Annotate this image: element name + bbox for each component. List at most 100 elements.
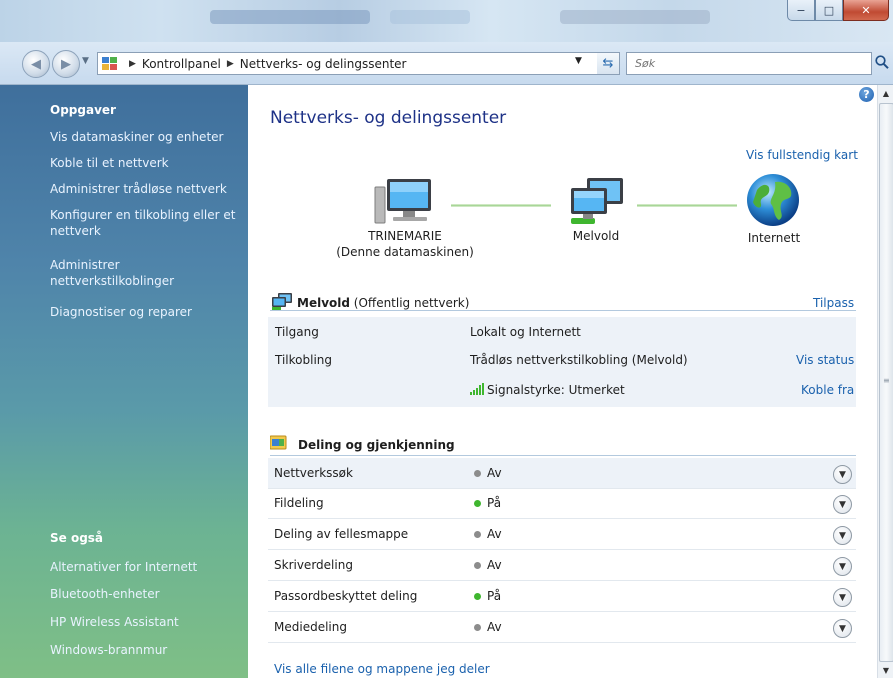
expand-password-sharing-button[interactable]: ▼: [833, 588, 852, 607]
search-input[interactable]: [633, 56, 837, 71]
back-button[interactable]: ◀: [22, 50, 50, 78]
signal-strength-value: Signalstyrke: Utmerket: [487, 383, 625, 397]
signal-strength-icon: [470, 383, 484, 395]
refresh-icon: ⇆: [602, 56, 614, 71]
access-label: Tilgang: [275, 325, 319, 339]
sharing-icon: [270, 435, 287, 450]
title-bar-blur: [390, 10, 470, 24]
address-bar[interactable]: ▶ Kontrollpanel ▶ Nettverks- og delingss…: [97, 52, 600, 75]
sharing-heading: Deling og gjenkjenning: [298, 438, 455, 452]
help-button[interactable]: ?: [859, 87, 874, 102]
sidebar-see-also-heading: Se også: [50, 531, 104, 545]
network-name: Melvold: [297, 296, 350, 310]
chevron-down-icon: ▼: [839, 530, 846, 541]
page-title: Nettverks- og delingssenter: [270, 108, 507, 128]
sharing-row-state-text: Av: [487, 466, 502, 480]
breadcrumb-network-center[interactable]: Nettverks- og delingssenter: [240, 57, 407, 71]
computer-name-label: TRINEMARIE: [368, 229, 442, 243]
search-icon[interactable]: [874, 54, 890, 70]
sharing-row-state-text: Av: [487, 527, 502, 541]
sharing-row-state: På: [474, 589, 501, 603]
window-controls: − □ ✕: [787, 0, 889, 22]
access-value: Lokalt og Internett: [470, 325, 581, 339]
sidebar-link-internet-options[interactable]: Alternativer for Internett: [50, 559, 240, 575]
arrow-left-icon: ◀: [31, 56, 41, 72]
internet-globe-icon[interactable]: [745, 172, 801, 228]
sharing-row-label: Mediedeling: [274, 620, 347, 634]
title-bar-blur: [560, 10, 710, 24]
control-panel-icon: [102, 56, 118, 71]
connection-label: Tilkobling: [275, 353, 332, 367]
window: − □ ✕ ◀ ▶ ▼ ▶ Kontrollpanel ▶ Nettverks-…: [0, 0, 893, 678]
connection-line: [451, 204, 551, 207]
refresh-button[interactable]: ⇆: [597, 52, 620, 75]
address-dropdown-icon[interactable]: ▼: [575, 56, 582, 66]
show-shared-files-link[interactable]: Vis alle filene og mappene jeg deler: [274, 662, 490, 676]
internet-label: Internett: [747, 231, 801, 245]
row-divider: [268, 580, 856, 581]
recent-pages-dropdown[interactable]: ▼: [82, 56, 89, 66]
scroll-down-button[interactable]: ▼: [878, 662, 893, 678]
row-divider: [268, 488, 856, 489]
search-box[interactable]: [626, 52, 872, 75]
scroll-up-button[interactable]: ▲: [878, 85, 893, 101]
sidebar-link-manage-wireless[interactable]: Administrer trådløse nettverk: [50, 181, 240, 197]
network-icon-small: [272, 293, 292, 310]
sidebar-link-connect-network[interactable]: Koble til et nettverk: [50, 155, 240, 171]
computer-icon[interactable]: [373, 177, 435, 229]
breadcrumb-control-panel[interactable]: Kontrollpanel: [142, 57, 221, 71]
scroll-thumb[interactable]: ≡: [879, 103, 893, 662]
customize-link[interactable]: Tilpass: [813, 296, 854, 310]
maximize-button[interactable]: □: [815, 0, 843, 21]
chevron-down-icon: ▼: [839, 469, 846, 480]
chevron-down-icon: ▼: [839, 499, 846, 510]
computer-sub-label: (Denne datamaskinen): [336, 245, 474, 259]
full-map-link[interactable]: Vis fullstendig kart: [746, 148, 858, 162]
row-divider: [268, 518, 856, 519]
expand-public-folder-button[interactable]: ▼: [833, 526, 852, 545]
disconnect-link[interactable]: Koble fra: [801, 383, 854, 397]
sharing-row-label: Nettverkssøk: [274, 466, 353, 480]
expand-media-sharing-button[interactable]: ▼: [833, 619, 852, 638]
sidebar-link-bluetooth[interactable]: Bluetooth-enheter: [50, 586, 240, 602]
sharing-row-label: Skriverdeling: [274, 558, 353, 572]
sidebar-tasks-heading: Oppgaver: [50, 103, 116, 117]
forward-button[interactable]: ▶: [52, 50, 80, 78]
row-divider: [268, 549, 856, 550]
network-type: (Offentlig nettverk): [353, 296, 470, 310]
sharing-row-band: [268, 458, 856, 488]
sidebar-link-hp-wireless[interactable]: HP Wireless Assistant: [50, 614, 240, 630]
sidebar: Oppgaver Vis datamaskiner og enheter Kob…: [0, 85, 248, 678]
sharing-row-label: Passordbeskyttet deling: [274, 589, 418, 603]
title-bar: − □ ✕: [0, 0, 893, 42]
chevron-down-icon: ▼: [839, 561, 846, 572]
expand-file-sharing-button[interactable]: ▼: [833, 495, 852, 514]
breadcrumb-separator: ▶: [129, 58, 136, 69]
breadcrumb-separator: ▶: [226, 58, 234, 69]
close-button[interactable]: ✕: [843, 0, 889, 21]
minimize-button[interactable]: −: [787, 0, 815, 21]
sharing-row-state: Av: [474, 620, 502, 634]
sidebar-link-setup-connection[interactable]: Konfigurer en tilkobling eller et nettve…: [50, 207, 240, 239]
view-status-link[interactable]: Vis status: [796, 353, 854, 367]
sharing-row-state-text: På: [487, 589, 502, 603]
expand-printer-sharing-button[interactable]: ▼: [833, 557, 852, 576]
sidebar-link-view-computers[interactable]: Vis datamaskiner og enheter: [50, 129, 240, 145]
sharing-row-state-text: På: [487, 496, 502, 510]
row-divider: [268, 642, 856, 643]
sharing-row-state: Av: [474, 558, 502, 572]
network-icon[interactable]: [565, 176, 627, 228]
network-name-heading: Melvold (Offentlig nettverk): [297, 296, 469, 310]
sidebar-link-firewall[interactable]: Windows-brannmur: [50, 642, 240, 658]
sidebar-link-diagnose[interactable]: Diagnostiser og reparer: [50, 304, 240, 320]
network-name-label: Melvold: [572, 229, 620, 243]
sharing-row-state: På: [474, 496, 501, 510]
sharing-row-state: Av: [474, 466, 502, 480]
sharing-row-state: Av: [474, 527, 502, 541]
expand-network-discovery-button[interactable]: ▼: [833, 465, 852, 484]
sidebar-link-manage-connections[interactable]: Administrer nettverkstilkoblinger: [50, 257, 240, 289]
vertical-scrollbar[interactable]: ▲ ≡ ▼: [877, 85, 893, 678]
chevron-down-icon: ▼: [839, 592, 846, 603]
connection-value: Trådløs nettverkstilkobling (Melvold): [470, 353, 688, 367]
sharing-row-state-text: Av: [487, 620, 502, 634]
